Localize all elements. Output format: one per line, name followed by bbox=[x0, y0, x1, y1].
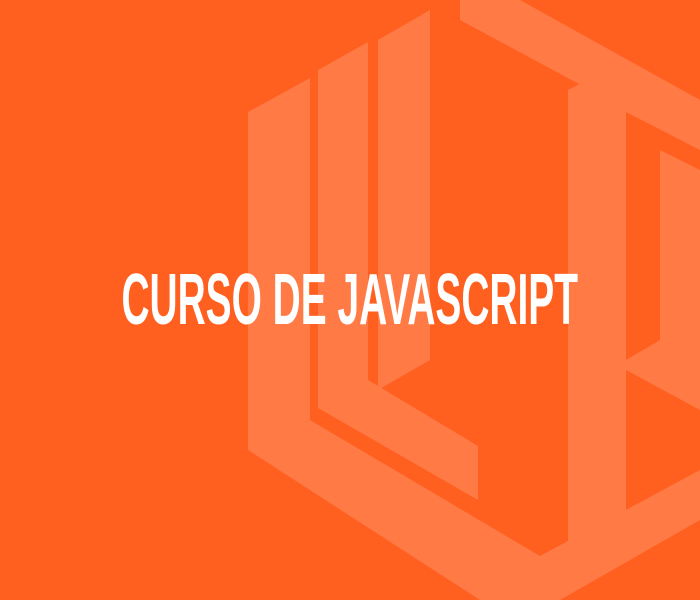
title-container: CURSO DE JAVASCRIPT bbox=[0, 255, 700, 345]
course-title: CURSO DE JAVASCRIPT bbox=[121, 260, 579, 340]
course-banner: CURSO DE JAVASCRIPT bbox=[0, 0, 700, 600]
